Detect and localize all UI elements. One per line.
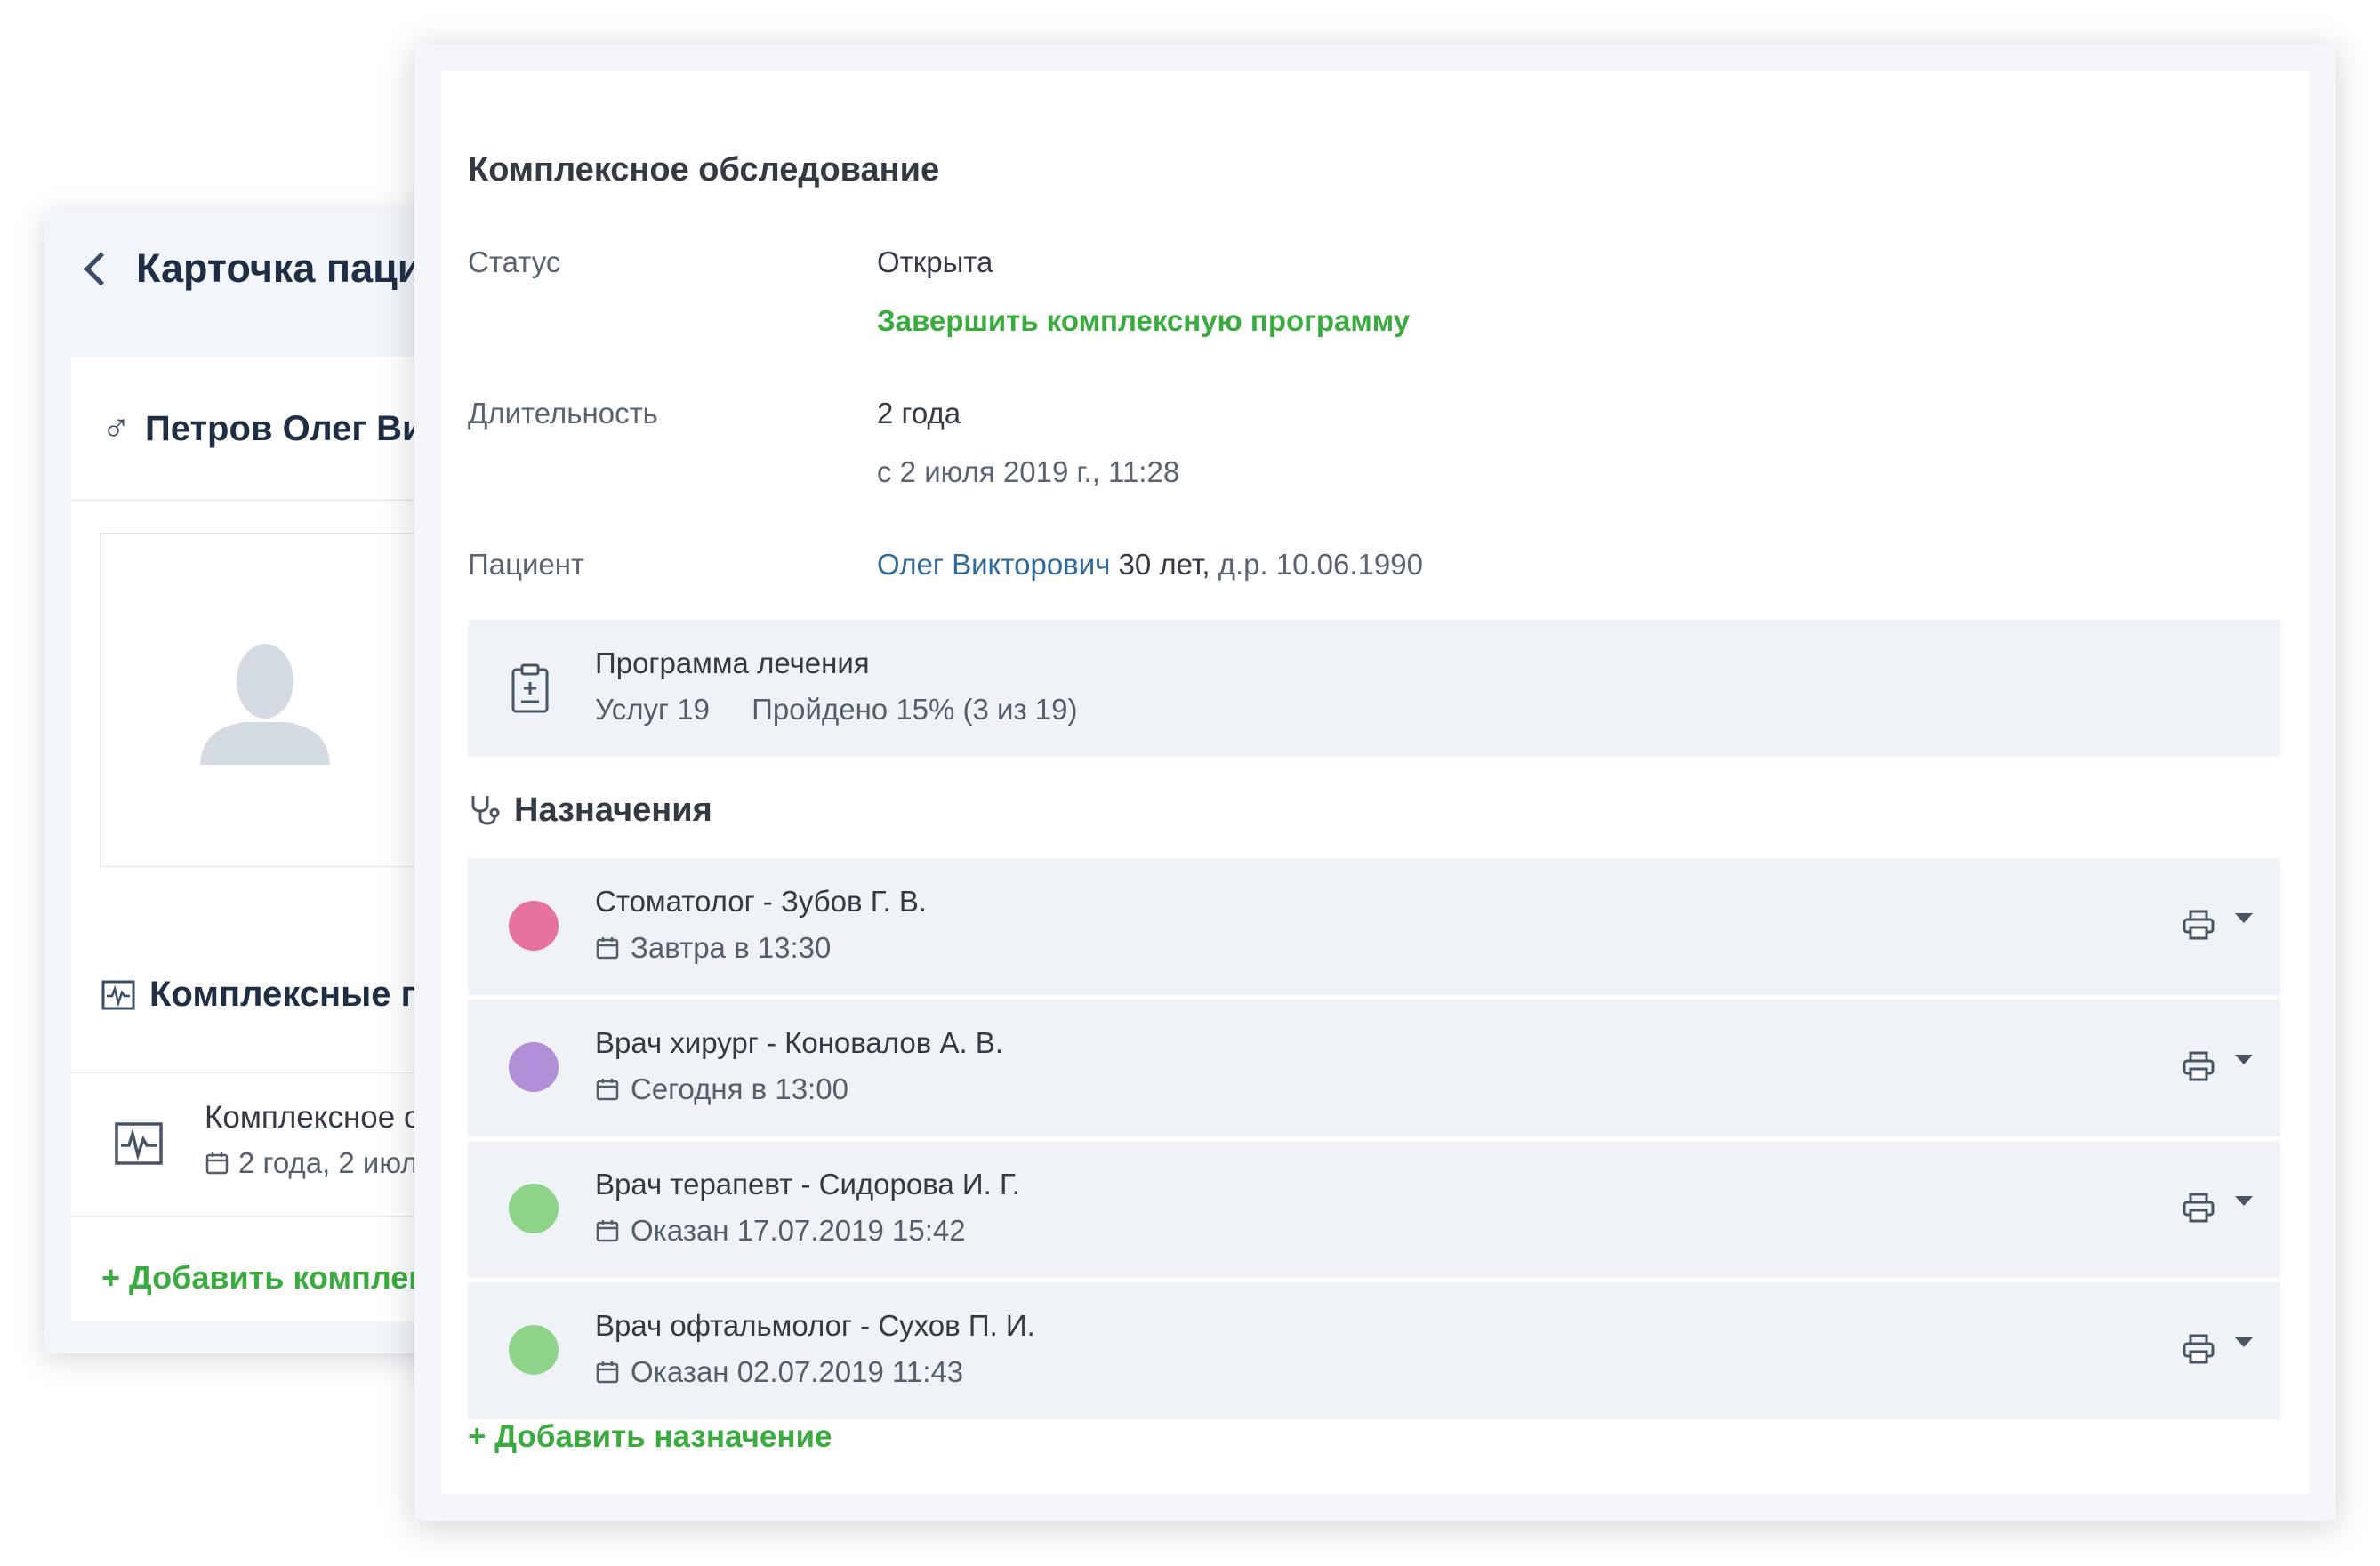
- pulse-chart-icon: [101, 980, 135, 1009]
- chevron-down-icon[interactable]: [2235, 1055, 2253, 1064]
- back-chevron-icon[interactable]: [84, 251, 118, 286]
- printer-icon[interactable]: [2183, 910, 2215, 940]
- appointment-status-dot: [509, 1325, 559, 1375]
- program-services-count: Услуг 19: [595, 693, 710, 726]
- avatar-placeholder-icon: [200, 644, 330, 765]
- program-title: Программа лечения: [595, 646, 870, 679]
- add-appointment-link[interactable]: + Добавить назначение: [468, 1419, 832, 1455]
- program-progress: Пройдено 15% (3 из 19): [752, 693, 1078, 726]
- appointment-title: Врач терапевт - Сидорова И. Г.: [595, 1168, 1020, 1201]
- appointment-status-dot: [509, 1184, 559, 1233]
- patient-age: 30 лет,: [1118, 548, 1210, 581]
- male-gender-icon: ♂: [101, 406, 131, 450]
- appointment-title: Стоматолог - Зубов Г. В.: [595, 885, 928, 918]
- appointment-item[interactable]: Стоматолог - Зубов Г. В. Завтра в 13:30: [468, 858, 2280, 995]
- appointment-title: Врач офтальмолог - Сухов П. И.: [595, 1309, 1035, 1342]
- patient-name-panel: ♂ Петров Олег Викторович: [71, 357, 588, 499]
- patient-info: Олег Викторович 30 лет, д.р. 10.06.1990: [877, 548, 1423, 582]
- pulse-chart-icon: [115, 1122, 163, 1165]
- patient-label: Пациент: [468, 548, 585, 581]
- appointment-date: Сегодня в 13:00: [631, 1072, 848, 1105]
- calendar-icon: [596, 1079, 619, 1101]
- chevron-down-icon[interactable]: [2235, 1196, 2253, 1206]
- printer-icon[interactable]: [2183, 1334, 2215, 1364]
- printer-icon[interactable]: [2183, 1051, 2215, 1081]
- calendar-icon: [596, 1361, 619, 1384]
- calendar-icon: [596, 937, 619, 960]
- appointment-date: Оказан 17.07.2019 15:42: [631, 1214, 966, 1247]
- appointments-header: Назначения: [468, 791, 712, 830]
- complex-program-item[interactable]: Комплексное обследование 2 года, 2 июля …: [71, 1072, 610, 1217]
- chevron-down-icon[interactable]: [2235, 1337, 2253, 1347]
- duration-label: Длительность: [468, 397, 658, 430]
- patient-dob: д.р. 10.06.1990: [1218, 548, 1423, 581]
- calendar-icon: [205, 1152, 229, 1175]
- detail-title: Комплексное обследование: [468, 151, 940, 189]
- duration-value: 2 года: [877, 397, 961, 430]
- complex-programs-panel: Комплексные программы Комплексное обслед…: [71, 921, 689, 1321]
- appointment-item[interactable]: Врач терапевт - Сидорова И. Г. Оказан 17…: [468, 1141, 2280, 1278]
- appointment-title: Врач хирург - Коновалов А. В.: [595, 1026, 1003, 1059]
- appointment-status-dot: [509, 901, 559, 951]
- stethoscope-icon: [471, 795, 500, 824]
- finish-program-link[interactable]: Завершить комплексную программу: [877, 304, 1410, 338]
- patient-link[interactable]: Олег Викторович: [877, 548, 1110, 581]
- status-label: Статус: [468, 245, 561, 278]
- appointment-item[interactable]: Врач офтальмолог - Сухов П. И. Оказан 02…: [468, 1282, 2280, 1419]
- treatment-program-card[interactable]: Программа лечения Услуг 19 Пройдено 15% …: [468, 620, 2280, 757]
- duration-since: с 2 июля 2019 г., 11:28: [877, 455, 1180, 488]
- printer-icon[interactable]: [2183, 1193, 2215, 1223]
- status-value: Открыта: [877, 245, 993, 278]
- appointment-date: Завтра в 13:30: [631, 931, 832, 964]
- appointments-title: Назначения: [514, 791, 712, 829]
- appointment-status-dot: [509, 1042, 559, 1092]
- appointment-item[interactable]: Врач хирург - Коновалов А. В. Сегодня в …: [468, 1000, 2280, 1136]
- calendar-icon: [596, 1220, 619, 1242]
- appointment-date: Оказан 02.07.2019 11:43: [631, 1355, 964, 1388]
- clipboard-medical-icon: [511, 663, 549, 713]
- complex-program-detail-modal: Комплексное обследование Статус Открыта …: [414, 44, 2336, 1521]
- detail-content: Комплексное обследование Статус Открыта …: [441, 71, 2309, 1494]
- chevron-down-icon[interactable]: [2235, 913, 2253, 923]
